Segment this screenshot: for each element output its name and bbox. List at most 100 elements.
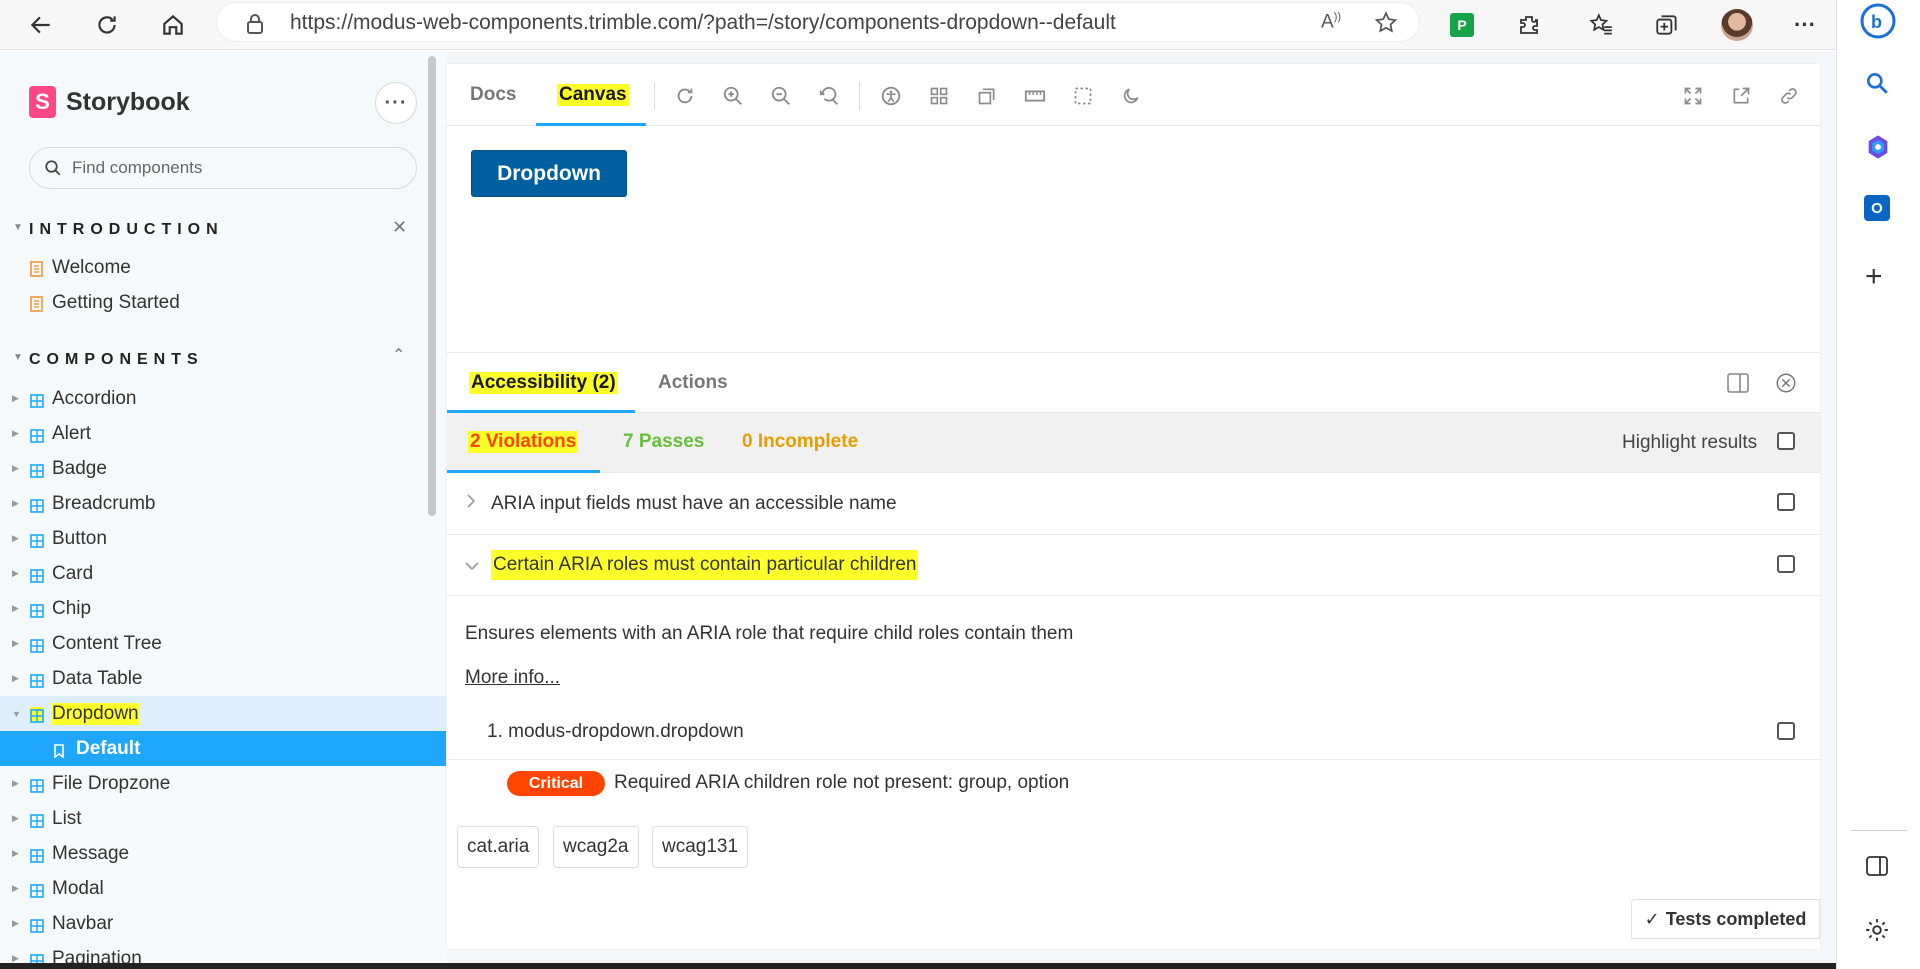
storybook-logo[interactable]: S Storybook xyxy=(29,86,190,118)
sidebar-item-dropdown[interactable]: ▼ Dropdown xyxy=(0,696,446,731)
home-icon[interactable] xyxy=(154,6,192,44)
background-icon[interactable] xyxy=(975,84,999,108)
dropdown-button[interactable]: Dropdown xyxy=(471,150,627,197)
search-field[interactable] xyxy=(29,147,417,189)
outline-icon[interactable] xyxy=(1071,84,1095,108)
address-bar[interactable]: https://modus-web-components.trimble.com… xyxy=(216,2,1420,42)
sidebar-item-welcome[interactable]: Welcome xyxy=(0,250,446,285)
more-menu-icon[interactable]: ··· xyxy=(1786,6,1824,44)
zoom-reset-icon[interactable] xyxy=(817,84,841,108)
tab-violations[interactable]: 2 Violations xyxy=(468,431,579,453)
tab-passes[interactable]: 7 Passes xyxy=(623,431,704,453)
sidebar-item-accordion[interactable]: ▶ Accordion xyxy=(0,381,446,416)
sidebar-item-breadcrumb[interactable]: ▶ Breadcrumb xyxy=(0,486,446,521)
favorites-icon[interactable] xyxy=(1582,6,1620,44)
panel-orientation-icon[interactable] xyxy=(1727,373,1749,398)
close-panel-icon[interactable] xyxy=(1775,372,1797,399)
office-icon[interactable] xyxy=(1864,133,1892,166)
section-components[interactable]: COMPONENTS xyxy=(29,351,204,369)
accessibility-icon[interactable] xyxy=(879,84,903,108)
back-icon[interactable] xyxy=(22,6,60,44)
sidebar-item-list[interactable]: ▶ List xyxy=(0,801,446,836)
rule-checkbox[interactable] xyxy=(1777,555,1795,573)
divider xyxy=(859,82,860,110)
read-aloud-icon[interactable]: A)) xyxy=(1321,11,1341,33)
bing-chat-icon[interactable]: b xyxy=(1855,0,1901,42)
toolbar: Docs Canvas xyxy=(447,64,1820,126)
sidebar-item-alert[interactable]: ▶ Alert xyxy=(0,416,446,451)
profile-avatar[interactable] xyxy=(1718,6,1756,44)
extensions-icon[interactable] xyxy=(1510,6,1548,44)
sidebar-item-content-tree[interactable]: ▶ Content Tree xyxy=(0,626,446,661)
dark-mode-icon[interactable] xyxy=(1119,84,1143,108)
more-info-link[interactable]: More info... xyxy=(465,667,560,689)
storybook-sidebar: S Storybook ··· ▼ INTRODUCTION ✕ Welcome… xyxy=(0,51,446,969)
tab-actions[interactable]: Actions xyxy=(658,372,728,394)
rule-row[interactable]: ARIA input fields must have an accessibl… xyxy=(447,474,1820,535)
caret-right-icon: ▶ xyxy=(12,533,19,543)
caret-right-icon: ▶ xyxy=(12,918,19,928)
tab-incomplete[interactable]: 0 Incomplete xyxy=(742,431,858,453)
sidebar-item-card[interactable]: ▶ Card xyxy=(0,556,446,591)
tab-accessibility[interactable]: Accessibility (2) xyxy=(469,372,618,394)
highlight-results-checkbox[interactable] xyxy=(1777,432,1795,450)
violation-text: Required ARIA children role not present:… xyxy=(614,772,1070,793)
search-icon[interactable] xyxy=(1864,70,1890,101)
sidebar-item-chip[interactable]: ▶ Chip xyxy=(0,591,446,626)
sidebar-item-modal[interactable]: ▶ Modal xyxy=(0,871,446,906)
section-collapse-icon[interactable]: ▼ xyxy=(13,222,23,233)
node-row[interactable]: 1. modus-dropdown.dropdown xyxy=(447,703,1820,760)
component-grid-icon xyxy=(30,462,44,478)
tab-active-indicator xyxy=(536,123,646,126)
sidebar-item-data-table[interactable]: ▶ Data Table xyxy=(0,661,446,696)
sidebar-item-getting-started[interactable]: Getting Started xyxy=(0,285,446,320)
remount-icon[interactable] xyxy=(673,84,697,108)
taskbar-strip xyxy=(0,963,1836,969)
refresh-icon[interactable] xyxy=(88,6,126,44)
collections-icon[interactable] xyxy=(1648,6,1686,44)
sidebar-item-button[interactable]: ▶ Button xyxy=(0,521,446,556)
caret-down-icon: ▼ xyxy=(12,708,21,719)
component-grid-icon xyxy=(30,706,44,723)
caret-right-icon: ▶ xyxy=(12,428,19,438)
rule-checkbox[interactable] xyxy=(1777,493,1795,511)
section-collapse-icon[interactable]: ▼ xyxy=(13,352,23,363)
zoom-out-icon[interactable] xyxy=(769,84,793,108)
collapse-section-icon[interactable]: ✕ xyxy=(392,217,407,238)
add-favorite-icon[interactable] xyxy=(1373,10,1399,41)
brand-name: Storybook xyxy=(66,87,190,116)
expand-collapse-all-icon[interactable]: ⌃ xyxy=(392,345,405,365)
node-checkbox[interactable] xyxy=(1777,722,1795,740)
rule-row-expanded[interactable]: Certain ARIA roles must contain particul… xyxy=(447,535,1820,596)
grid-icon[interactable] xyxy=(927,84,951,108)
lock-icon[interactable] xyxy=(245,13,265,40)
caret-right-icon: ▶ xyxy=(12,463,19,473)
sidebar-item-message[interactable]: ▶ Message xyxy=(0,836,446,871)
sidebar-item-label: Badge xyxy=(52,457,107,479)
sidebar-menu-button[interactable]: ··· xyxy=(375,82,417,124)
zoom-in-icon[interactable] xyxy=(721,84,745,108)
tab-docs[interactable]: Docs xyxy=(470,84,516,106)
caret-right-icon: ▶ xyxy=(12,883,19,893)
copy-link-icon[interactable] xyxy=(1777,84,1801,108)
outlook-icon[interactable]: O xyxy=(1864,195,1890,221)
open-new-tab-icon[interactable] xyxy=(1729,84,1753,108)
settings-gear-icon[interactable] xyxy=(1864,917,1890,948)
tab-canvas[interactable]: Canvas xyxy=(557,84,629,106)
component-grid-icon xyxy=(30,812,44,828)
sidebar-item-label: Alert xyxy=(52,422,92,444)
severity-badge: Critical xyxy=(507,771,605,796)
sidebar-item-badge[interactable]: ▶ Badge xyxy=(0,451,446,486)
extension-green-icon[interactable]: P xyxy=(1443,6,1481,44)
sidebar-toggle-icon[interactable] xyxy=(1865,855,1889,882)
fullscreen-icon[interactable] xyxy=(1681,84,1705,108)
add-icon[interactable]: + xyxy=(1865,262,1883,292)
sidebar-item-navbar[interactable]: ▶ Navbar xyxy=(0,906,446,941)
tag: wcag131 xyxy=(652,826,749,868)
section-introduction[interactable]: INTRODUCTION xyxy=(29,221,224,239)
sidebar-item-file-dropzone[interactable]: ▶ File Dropzone xyxy=(0,766,446,801)
sidebar-item-default-story[interactable]: Default xyxy=(0,731,446,766)
url-text[interactable]: https://modus-web-components.trimble.com… xyxy=(290,11,1116,35)
measure-icon[interactable] xyxy=(1023,84,1047,108)
search-input[interactable] xyxy=(72,154,402,182)
